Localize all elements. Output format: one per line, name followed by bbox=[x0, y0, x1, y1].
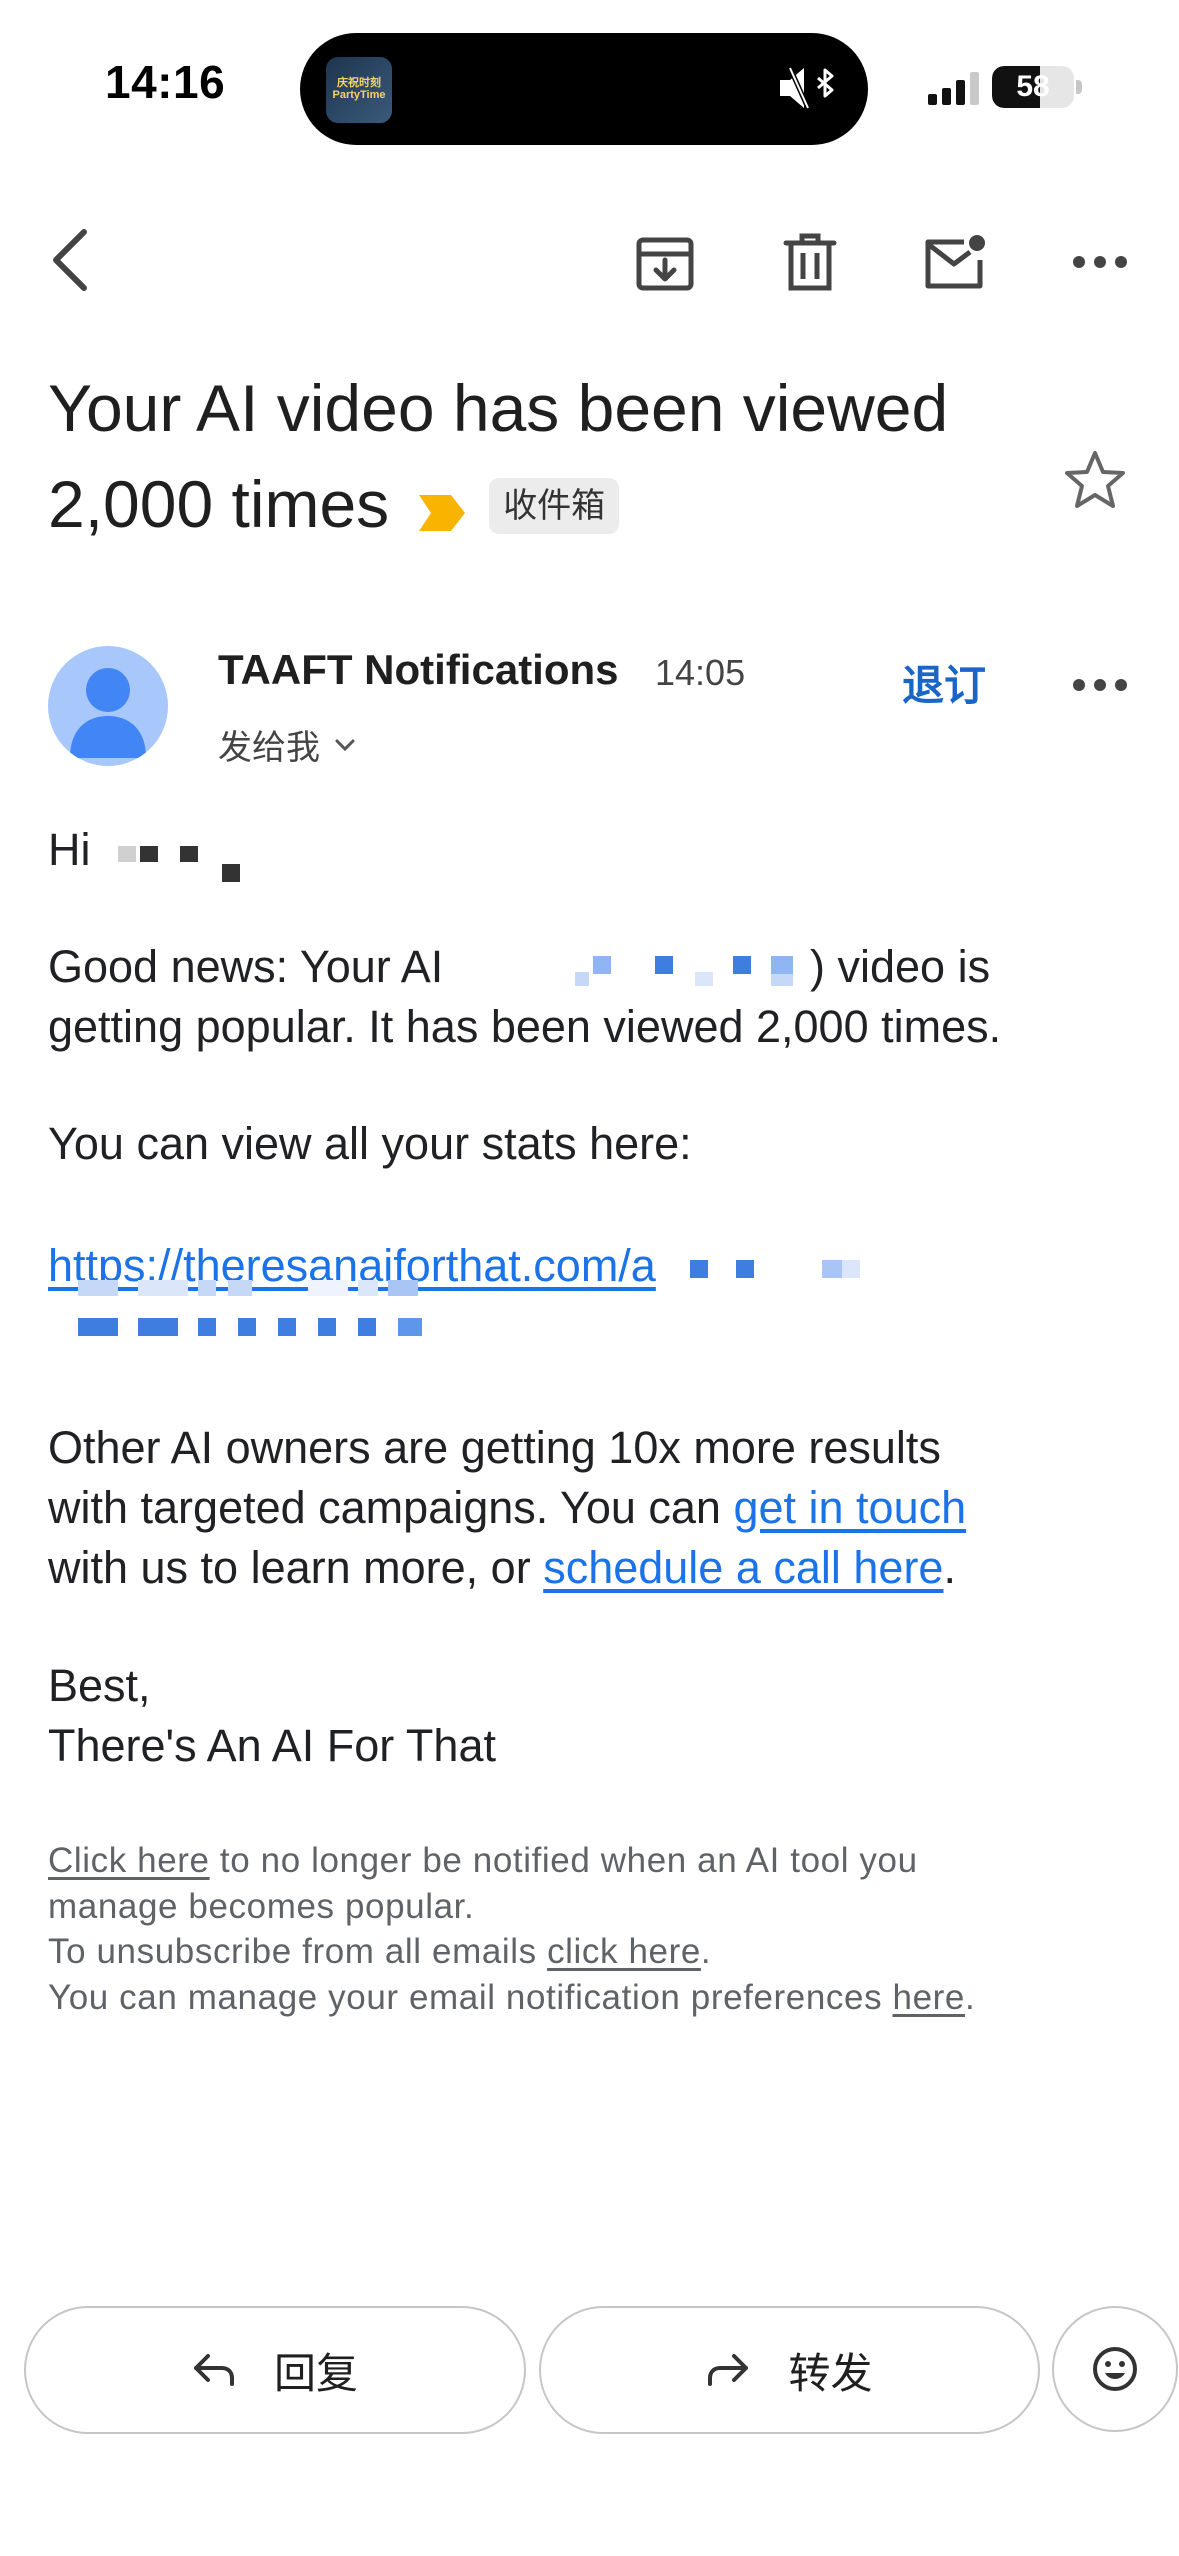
body-paragraph-1-line-2: getting popular. It has been viewed 2,00… bbox=[48, 1001, 1002, 1052]
recipient-toggle[interactable]: 发给我 bbox=[218, 720, 356, 769]
footer-line-1: Click here to no longer be notified when… bbox=[48, 1838, 1108, 1884]
schedule-call-link[interactable]: schedule a call here bbox=[543, 1542, 943, 1593]
unsubscribe-button[interactable]: 退订 bbox=[902, 652, 986, 713]
body-paragraph-1-line-1: Good news: Your AI bbox=[48, 937, 443, 997]
dynamic-island[interactable]: 庆祝时刻 PartyTime bbox=[300, 33, 868, 145]
live-activity-app-icon: 庆祝时刻 PartyTime bbox=[326, 57, 392, 123]
footer-preferences-link[interactable]: here bbox=[893, 1978, 965, 2017]
footer-unsubscribe-link[interactable]: click here bbox=[547, 1932, 701, 1971]
para3-period: . bbox=[943, 1542, 956, 1593]
body-paragraph-3-line-1: Other AI owners are getting 10x more res… bbox=[48, 1422, 941, 1473]
sender-avatar[interactable] bbox=[48, 646, 168, 766]
redacted-link-part-1 bbox=[690, 1254, 870, 1289]
footer-line-4-text: You can manage your email notification p… bbox=[48, 1977, 893, 2017]
body-paragraph-3-line-2: with targeted campaigns. You can get in … bbox=[48, 1478, 966, 1538]
delete-icon[interactable] bbox=[770, 222, 850, 302]
signature: There's An AI For That bbox=[48, 1720, 496, 1771]
smiley-icon bbox=[1093, 2347, 1137, 2391]
footer-line-1-text: to no longer be notified when an AI tool… bbox=[209, 1841, 918, 1880]
footer-line-3: To unsubscribe from all emails click her… bbox=[48, 1929, 1108, 1975]
greeting: Hi bbox=[48, 824, 91, 875]
sent-time: 14:05 bbox=[655, 652, 746, 693]
mark-unread-icon[interactable] bbox=[915, 222, 995, 302]
inbox-label-chip[interactable]: 收件箱 bbox=[489, 477, 620, 534]
email-footer: Click here to no longer be notified when… bbox=[48, 1838, 1108, 2020]
more-vert-icon[interactable] bbox=[1060, 222, 1140, 302]
status-time: 14:16 bbox=[105, 56, 226, 108]
para1-mid: ) video is bbox=[810, 941, 991, 992]
message-more-icon[interactable] bbox=[1060, 645, 1140, 725]
para3-line3-text: with us to learn more, or bbox=[48, 1542, 544, 1593]
redacted-name bbox=[118, 838, 258, 893]
footer-line-4: You can manage your email notification p… bbox=[48, 1975, 1108, 2021]
recipient-label: 发给我 bbox=[218, 729, 320, 767]
archive-icon[interactable] bbox=[625, 222, 705, 302]
para1-start: Good news: Your AI bbox=[48, 941, 444, 992]
forward-button[interactable]: 转发 bbox=[539, 2306, 1040, 2434]
footer-click-here-link[interactable]: Click here bbox=[48, 1841, 210, 1880]
redacted-link-part-2 bbox=[48, 1276, 448, 1361]
battery-percent: 58 bbox=[1016, 70, 1050, 103]
back-arrow-icon[interactable] bbox=[30, 220, 110, 300]
email-subject-block: Your AI video has been viewed 2,000 time… bbox=[48, 360, 1008, 558]
sender-name: TAAFT Notifications bbox=[218, 646, 619, 693]
signoff: Best, bbox=[48, 1660, 151, 1711]
forward-icon bbox=[708, 2354, 749, 2386]
reply-button[interactable]: 回复 bbox=[24, 2306, 526, 2434]
battery-tip bbox=[1076, 80, 1082, 94]
chevron-down-icon bbox=[335, 739, 355, 751]
para3-line2-text: with targeted campaigns. You can bbox=[48, 1482, 734, 1533]
star-icon[interactable] bbox=[1055, 440, 1135, 520]
battery-indicator: 58 bbox=[992, 66, 1074, 108]
footer-line-3-text: To unsubscribe from all emails bbox=[48, 1932, 548, 1971]
footer-line-2: manage becomes popular. bbox=[48, 1886, 475, 1926]
live-activity-app-text: 庆祝时刻 PartyTime bbox=[332, 77, 386, 101]
silent-bluetooth-icon bbox=[778, 64, 840, 117]
important-marker-icon[interactable] bbox=[417, 462, 467, 558]
forward-label: 转发 bbox=[788, 2349, 873, 2397]
footer-line-4-dot: . bbox=[964, 1977, 976, 2017]
reply-icon bbox=[193, 2354, 234, 2386]
cellular-signal-icon bbox=[926, 70, 984, 111]
get-in-touch-link[interactable]: get in touch bbox=[733, 1482, 966, 1533]
reply-label: 回复 bbox=[273, 2349, 358, 2397]
footer-line-3-dot: . bbox=[700, 1932, 712, 1971]
body-paragraph-2: You can view all your stats here: bbox=[48, 1118, 692, 1169]
body-paragraph-3-line-3: with us to learn more, or schedule a cal… bbox=[48, 1538, 956, 1598]
emoji-reaction-button[interactable] bbox=[1052, 2306, 1178, 2432]
